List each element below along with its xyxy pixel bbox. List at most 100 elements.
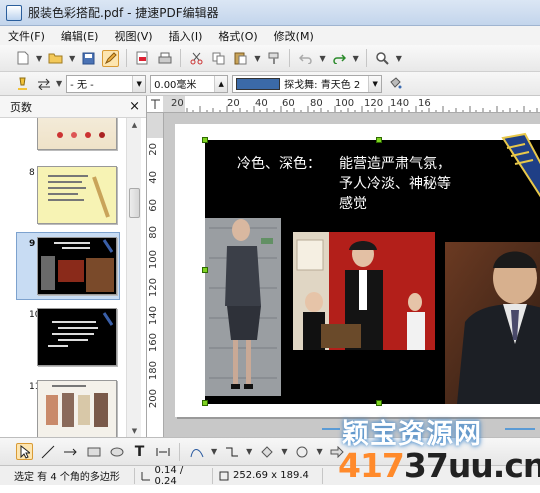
selection-handle[interactable]: [376, 137, 382, 143]
watermark-dash: [505, 428, 535, 430]
toolbar-separator: [289, 49, 291, 67]
new-document-icon[interactable]: [14, 50, 31, 67]
thumbnail-image: [37, 118, 117, 150]
size-status: 252.69 x 189.4: [213, 467, 323, 484]
scrollbar-thumb[interactable]: [129, 188, 140, 218]
menu-modify[interactable]: 修改(M): [274, 28, 314, 44]
ruler-label: 60: [148, 199, 159, 212]
chevron-down-icon[interactable]: ▼: [36, 54, 42, 63]
paste-icon[interactable]: [232, 50, 249, 67]
edit-icon[interactable]: [102, 49, 120, 67]
select-arrow-icon[interactable]: [16, 443, 33, 460]
save-icon[interactable]: [80, 50, 97, 67]
main-toolbar: ▼ ▼ ▼ ▼ ▼ ▼: [0, 45, 540, 72]
chevron-down-icon[interactable]: ▼: [396, 54, 402, 63]
menu-file[interactable]: 文件(F): [8, 28, 45, 44]
curve-tool-icon[interactable]: [188, 443, 205, 460]
menu-view[interactable]: 视图(V): [114, 28, 152, 44]
slide-label[interactable]: 冷色、深色：: [237, 154, 321, 174]
print-icon[interactable]: [156, 50, 173, 67]
lawyers-photo[interactable]: [293, 232, 435, 350]
line-width-select[interactable]: 0.00毫米 ▲: [150, 74, 229, 93]
open-folder-icon[interactable]: [47, 50, 64, 67]
spinner-arrows-icon[interactable]: ▲: [214, 75, 228, 92]
slide-polygon[interactable]: 冷色、深色： 能营造严肃气氛， 予人冷淡、神秘等 感觉: [205, 132, 540, 404]
scroll-down-icon[interactable]: ▼: [127, 424, 142, 437]
thumbnail-image: [37, 308, 117, 366]
ellipse-tool-icon[interactable]: [108, 443, 125, 460]
paint-bucket-icon[interactable]: [386, 75, 403, 92]
pages-panel-header: 页数 ×: [0, 96, 146, 118]
toolbar-separator: [365, 49, 367, 67]
watermark-domain: 41737uu.cn: [338, 446, 540, 485]
selection-handle[interactable]: [376, 400, 382, 406]
ruler-margin: [147, 113, 163, 138]
smiley-shape-icon[interactable]: [293, 443, 310, 460]
ruler-label: 140: [148, 306, 159, 326]
watermark-prefix: 417: [338, 446, 405, 485]
chevron-down-icon[interactable]: ▼: [211, 447, 217, 456]
menu-insert[interactable]: 插入(I): [169, 28, 203, 44]
highlight-icon[interactable]: [14, 75, 31, 92]
chevron-down-icon[interactable]: ▼: [319, 54, 325, 63]
line-tool-icon[interactable]: [39, 443, 56, 460]
menu-edit[interactable]: 编辑(E): [61, 28, 99, 44]
chevron-down-icon[interactable]: ▼: [368, 75, 382, 92]
ruler-label: 40: [148, 171, 159, 184]
ruler-label: 160: [148, 333, 159, 353]
chevron-down-icon[interactable]: ▼: [246, 447, 252, 456]
slide-line-2[interactable]: 予人冷淡、神秘等: [339, 174, 451, 194]
thumbnail-image: [37, 380, 117, 437]
text-tool-icon[interactable]: T: [131, 443, 148, 460]
position-icon: [141, 471, 150, 480]
window-title: 服装色彩搭配.pdf - 捷速PDF编辑器: [28, 6, 219, 20]
chevron-down-icon[interactable]: ▼: [254, 54, 260, 63]
chevron-down-icon[interactable]: ▼: [353, 54, 359, 63]
document-canvas[interactable]: 冷色、深色： 能营造严肃气氛， 予人冷淡、神秘等 感觉: [164, 113, 540, 437]
slide-line-3[interactable]: 感觉: [339, 194, 367, 214]
line-style-select[interactable]: - 无 - ▼: [66, 74, 147, 93]
chevron-down-icon[interactable]: ▼: [132, 75, 146, 92]
chevron-down-icon[interactable]: ▼: [56, 79, 62, 88]
slide-line-1[interactable]: 能营造严肃气氛，: [339, 154, 451, 174]
connector-tool-icon[interactable]: [223, 443, 240, 460]
scroll-up-icon[interactable]: ▲: [127, 118, 142, 131]
thumbnail-image: [37, 237, 117, 295]
ruler-label: 200: [148, 389, 159, 409]
fill-color-value: 探戈舞: 青天色 2: [284, 80, 361, 91]
selection-handle[interactable]: [202, 137, 208, 143]
close-icon[interactable]: ×: [129, 99, 140, 114]
pen-graphic: [501, 132, 540, 198]
zoom-icon[interactable]: [374, 50, 391, 67]
redo-icon[interactable]: [331, 50, 348, 67]
vertical-ruler: 20 40 60 80 100 120 140 160 180 200: [147, 113, 164, 437]
pdf-page[interactable]: 冷色、深色： 能营造严肃气氛， 予人冷淡、神秘等 感觉: [175, 124, 540, 417]
selection-status-text: 选定 有 4 个角的多边形: [14, 472, 120, 483]
fit-text-icon[interactable]: [154, 443, 171, 460]
export-pdf-icon[interactable]: [134, 50, 151, 67]
arrow-tool-icon[interactable]: [62, 443, 79, 460]
woman-suit-photo[interactable]: [205, 218, 281, 396]
rectangle-tool-icon[interactable]: [85, 443, 102, 460]
cut-icon[interactable]: [188, 50, 205, 67]
line-arrows-icon[interactable]: [35, 75, 52, 92]
copy-icon[interactable]: [210, 50, 227, 67]
format-brush-icon[interactable]: [265, 50, 282, 67]
fill-color-select[interactable]: 探戈舞: 青天色 2 ▼: [232, 74, 383, 93]
thumbnail-scrollbar[interactable]: ▲ ▼: [126, 118, 141, 437]
pages-panel-title: 页数: [10, 100, 32, 114]
diamond-shape-icon[interactable]: [258, 443, 275, 460]
watermark-domain-text: 37uu.cn: [403, 446, 540, 485]
selection-status: 选定 有 4 个角的多边形: [0, 467, 135, 484]
undo-icon[interactable]: [297, 50, 314, 67]
selection-handle[interactable]: [202, 400, 208, 406]
ruler-ticks: [186, 106, 538, 112]
format-toolbar: ▼ - 无 - ▼ 0.00毫米 ▲ 探戈舞: 青天色 2 ▼: [0, 72, 540, 96]
chevron-down-icon[interactable]: ▼: [281, 447, 287, 456]
position-value: 0.14 / 0.24: [154, 464, 184, 487]
page-number: 9: [29, 239, 36, 249]
selection-handle[interactable]: [202, 267, 208, 273]
menu-format[interactable]: 格式(O): [218, 28, 257, 44]
man-suit-photo[interactable]: [445, 242, 540, 404]
chevron-down-icon[interactable]: ▼: [69, 54, 75, 63]
